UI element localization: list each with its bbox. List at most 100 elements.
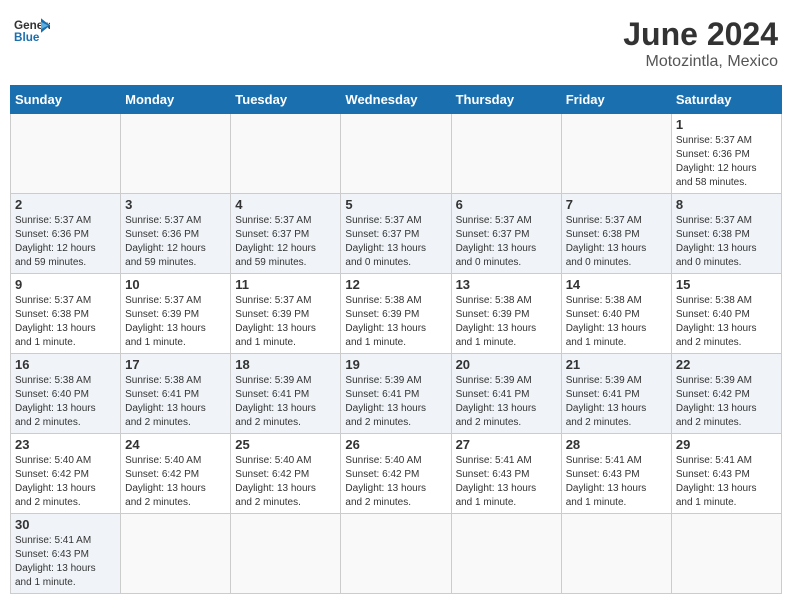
calendar-day-cell: 9 Sunrise: 5:37 AM Sunset: 6:38 PM Daylig… xyxy=(11,274,121,354)
day-info-text: Sunrise: 5:37 AM Sunset: 6:39 PM Dayligh… xyxy=(235,294,336,350)
calendar-week-row: 16 Sunrise: 5:38 AM Sunset: 6:40 PM Dayli… xyxy=(11,354,782,434)
day-number: 12 xyxy=(345,277,446,292)
calendar-day-cell xyxy=(561,114,671,194)
location-subtitle: Motozintla, Mexico xyxy=(623,53,778,71)
day-number: 27 xyxy=(456,437,557,452)
page-header: General Blue June 2024 Motozintla, Mexic… xyxy=(10,10,782,77)
day-info-text: Sunrise: 5:40 AM Sunset: 6:42 PM Dayligh… xyxy=(235,454,336,510)
day-number: 17 xyxy=(125,357,226,372)
day-number: 5 xyxy=(345,197,446,212)
day-number: 21 xyxy=(566,357,667,372)
svg-text:Blue: Blue xyxy=(14,31,40,44)
day-info-text: Sunrise: 5:39 AM Sunset: 6:41 PM Dayligh… xyxy=(235,374,336,430)
calendar-table: SundayMondayTuesdayWednesdayThursdayFrid… xyxy=(10,85,782,594)
weekday-header-sunday: Sunday xyxy=(11,86,121,114)
day-number: 3 xyxy=(125,197,226,212)
calendar-week-row: 1Sunrise: 5:37 AM Sunset: 6:36 PM Daylig… xyxy=(11,114,782,194)
calendar-week-row: 2 Sunrise: 5:37 AM Sunset: 6:36 PM Daylig… xyxy=(11,194,782,274)
calendar-day-cell xyxy=(231,114,341,194)
day-info-text: Sunrise: 5:38 AM Sunset: 6:40 PM Dayligh… xyxy=(566,294,667,350)
calendar-day-cell xyxy=(121,114,231,194)
day-info-text: Sunrise: 5:41 AM Sunset: 6:43 PM Dayligh… xyxy=(15,534,116,590)
day-number: 7 xyxy=(566,197,667,212)
day-number: 9 xyxy=(15,277,116,292)
calendar-day-cell: 25 Sunrise: 5:40 AM Sunset: 6:42 PM Dayli… xyxy=(231,434,341,514)
calendar-day-cell: 13 Sunrise: 5:38 AM Sunset: 6:39 PM Dayli… xyxy=(451,274,561,354)
weekday-header-tuesday: Tuesday xyxy=(231,86,341,114)
calendar-day-cell: 10Sunrise: 5:37 AM Sunset: 6:39 PM Dayli… xyxy=(121,274,231,354)
day-info-text: Sunrise: 5:38 AM Sunset: 6:40 PM Dayligh… xyxy=(676,294,777,350)
calendar-day-cell: 5Sunrise: 5:37 AM Sunset: 6:37 PM Daylig… xyxy=(341,194,451,274)
day-info-text: Sunrise: 5:41 AM Sunset: 6:43 PM Dayligh… xyxy=(456,454,557,510)
day-info-text: Sunrise: 5:38 AM Sunset: 6:39 PM Dayligh… xyxy=(456,294,557,350)
month-year-title: June 2024 xyxy=(623,16,778,53)
day-info-text: Sunrise: 5:38 AM Sunset: 6:40 PM Dayligh… xyxy=(15,374,116,430)
calendar-day-cell: 14Sunrise: 5:38 AM Sunset: 6:40 PM Dayli… xyxy=(561,274,671,354)
day-number: 28 xyxy=(566,437,667,452)
day-number: 25 xyxy=(235,437,336,452)
day-info-text: Sunrise: 5:37 AM Sunset: 6:38 PM Dayligh… xyxy=(676,214,777,270)
day-info-text: Sunrise: 5:39 AM Sunset: 6:41 PM Dayligh… xyxy=(456,374,557,430)
calendar-day-cell: 21 Sunrise: 5:39 AM Sunset: 6:41 PM Dayli… xyxy=(561,354,671,434)
day-info-text: Sunrise: 5:40 AM Sunset: 6:42 PM Dayligh… xyxy=(125,454,226,510)
day-info-text: Sunrise: 5:37 AM Sunset: 6:37 PM Dayligh… xyxy=(235,214,336,270)
weekday-header-monday: Monday xyxy=(121,86,231,114)
day-number: 18 xyxy=(235,357,336,372)
day-number: 23 xyxy=(15,437,116,452)
calendar-day-cell: 12 Sunrise: 5:38 AM Sunset: 6:39 PM Dayli… xyxy=(341,274,451,354)
day-number: 16 xyxy=(15,357,116,372)
day-number: 19 xyxy=(345,357,446,372)
weekday-header-wednesday: Wednesday xyxy=(341,86,451,114)
day-number: 24 xyxy=(125,437,226,452)
day-number: 26 xyxy=(345,437,446,452)
calendar-day-cell: 23Sunrise: 5:40 AM Sunset: 6:42 PM Dayli… xyxy=(11,434,121,514)
day-info-text: Sunrise: 5:37 AM Sunset: 6:36 PM Dayligh… xyxy=(125,214,226,270)
calendar-day-cell xyxy=(341,514,451,594)
calendar-day-cell: 3 Sunrise: 5:37 AM Sunset: 6:36 PM Daylig… xyxy=(121,194,231,274)
day-number: 15 xyxy=(676,277,777,292)
calendar-day-cell xyxy=(121,514,231,594)
day-info-text: Sunrise: 5:40 AM Sunset: 6:42 PM Dayligh… xyxy=(345,454,446,510)
calendar-day-cell: 17 Sunrise: 5:38 AM Sunset: 6:41 PM Dayli… xyxy=(121,354,231,434)
day-info-text: Sunrise: 5:38 AM Sunset: 6:39 PM Dayligh… xyxy=(345,294,446,350)
calendar-day-cell: 30Sunrise: 5:41 AM Sunset: 6:43 PM Dayli… xyxy=(11,514,121,594)
day-info-text: Sunrise: 5:38 AM Sunset: 6:41 PM Dayligh… xyxy=(125,374,226,430)
day-number: 13 xyxy=(456,277,557,292)
calendar-day-cell: 7 Sunrise: 5:37 AM Sunset: 6:38 PM Daylig… xyxy=(561,194,671,274)
calendar-week-row: 9 Sunrise: 5:37 AM Sunset: 6:38 PM Daylig… xyxy=(11,274,782,354)
calendar-day-cell xyxy=(561,514,671,594)
weekday-header-friday: Friday xyxy=(561,86,671,114)
calendar-day-cell: 26 Sunrise: 5:40 AM Sunset: 6:42 PM Dayli… xyxy=(341,434,451,514)
calendar-day-cell: 24 Sunrise: 5:40 AM Sunset: 6:42 PM Dayli… xyxy=(121,434,231,514)
calendar-day-cell: 27 Sunrise: 5:41 AM Sunset: 6:43 PM Dayli… xyxy=(451,434,561,514)
day-info-text: Sunrise: 5:37 AM Sunset: 6:38 PM Dayligh… xyxy=(15,294,116,350)
calendar-day-cell: 20 Sunrise: 5:39 AM Sunset: 6:41 PM Dayli… xyxy=(451,354,561,434)
day-info-text: Sunrise: 5:37 AM Sunset: 6:37 PM Dayligh… xyxy=(456,214,557,270)
calendar-day-cell xyxy=(451,514,561,594)
day-number: 6 xyxy=(456,197,557,212)
day-info-text: Sunrise: 5:39 AM Sunset: 6:41 PM Dayligh… xyxy=(566,374,667,430)
calendar-day-cell xyxy=(341,114,451,194)
day-number: 11 xyxy=(235,277,336,292)
calendar-day-cell: 4 Sunrise: 5:37 AM Sunset: 6:37 PM Daylig… xyxy=(231,194,341,274)
day-number: 20 xyxy=(456,357,557,372)
calendar-week-row: 30Sunrise: 5:41 AM Sunset: 6:43 PM Dayli… xyxy=(11,514,782,594)
calendar-day-cell: 2Sunrise: 5:37 AM Sunset: 6:36 PM Daylig… xyxy=(11,194,121,274)
day-info-text: Sunrise: 5:37 AM Sunset: 6:39 PM Dayligh… xyxy=(125,294,226,350)
calendar-day-cell: 19Sunrise: 5:39 AM Sunset: 6:41 PM Dayli… xyxy=(341,354,451,434)
day-number: 1 xyxy=(676,117,777,132)
calendar-day-cell: 1Sunrise: 5:37 AM Sunset: 6:36 PM Daylig… xyxy=(671,114,781,194)
calendar-day-cell: 29Sunrise: 5:41 AM Sunset: 6:43 PM Dayli… xyxy=(671,434,781,514)
day-info-text: Sunrise: 5:41 AM Sunset: 6:43 PM Dayligh… xyxy=(676,454,777,510)
day-info-text: Sunrise: 5:37 AM Sunset: 6:38 PM Dayligh… xyxy=(566,214,667,270)
weekday-header-row: SundayMondayTuesdayWednesdayThursdayFrid… xyxy=(11,86,782,114)
day-number: 8 xyxy=(676,197,777,212)
calendar-day-cell: 15 Sunrise: 5:38 AM Sunset: 6:40 PM Dayli… xyxy=(671,274,781,354)
calendar-day-cell: 16 Sunrise: 5:38 AM Sunset: 6:40 PM Dayli… xyxy=(11,354,121,434)
calendar-week-row: 23 Sunrise: 5:40 AM Sunset: 6:42 PM Dayli… xyxy=(11,434,782,514)
day-number: 4 xyxy=(235,197,336,212)
calendar-day-cell xyxy=(451,114,561,194)
day-number: 2 xyxy=(15,197,116,212)
weekday-header-saturday: Saturday xyxy=(671,86,781,114)
calendar-day-cell xyxy=(671,514,781,594)
